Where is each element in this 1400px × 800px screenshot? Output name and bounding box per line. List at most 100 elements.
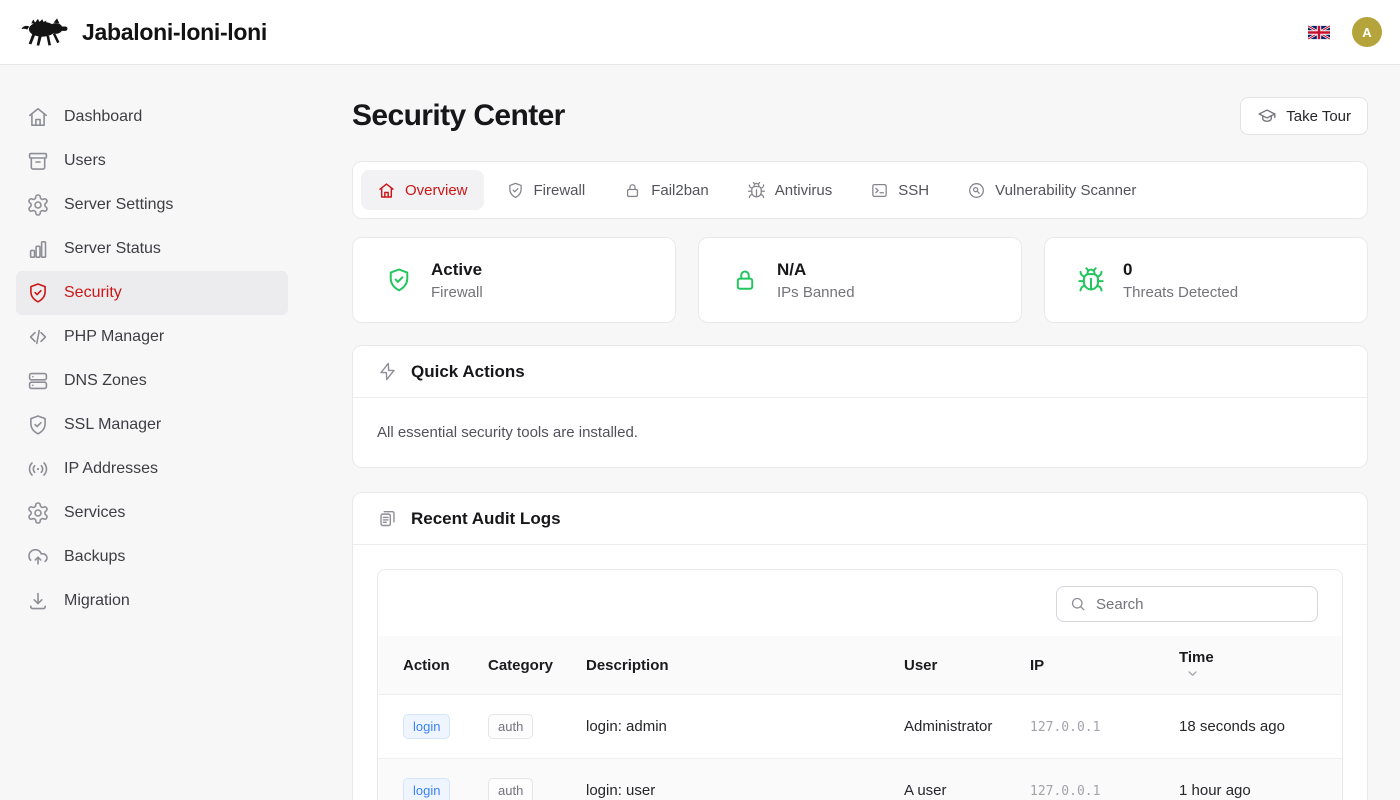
bar-chart-icon <box>26 237 50 261</box>
sidebar-item-ssl-manager[interactable]: SSL Manager <box>16 403 288 447</box>
category-badge: auth <box>488 778 533 800</box>
tab-overview[interactable]: Overview <box>361 170 484 210</box>
uk-flag-icon[interactable] <box>1308 25 1330 40</box>
ip-cell: 127.0.0.1 <box>1030 784 1100 799</box>
main-content: Security Center Take Tour Overview Firew… <box>304 65 1400 800</box>
lock-icon <box>623 181 642 200</box>
sidebar-item-server-status[interactable]: Server Status <box>16 227 288 271</box>
tab-firewall[interactable]: Firewall <box>490 170 602 210</box>
stat-card-firewall: Active Firewall <box>352 237 676 323</box>
table-row: login auth login: user A user 127.0.0.1 … <box>378 759 1342 800</box>
stat-value: N/A <box>777 260 855 280</box>
tab-fail2ban[interactable]: Fail2ban <box>607 170 725 210</box>
quick-actions-title: Quick Actions <box>411 362 525 382</box>
broadcast-icon <box>26 457 50 481</box>
brand[interactable]: Jabaloni-loni-loni <box>18 14 267 50</box>
cloud-upload-icon <box>26 545 50 569</box>
gear-icon <box>26 501 50 525</box>
description-cell: login: user <box>586 759 904 800</box>
sidebar-item-backups[interactable]: Backups <box>16 535 288 579</box>
column-header-time[interactable]: Time <box>1179 636 1342 695</box>
home-icon <box>377 181 396 200</box>
bug-icon <box>1077 266 1105 294</box>
sidebar-item-label: SSL Manager <box>64 416 161 434</box>
sidebar-item-label: Server Status <box>64 240 161 258</box>
sidebar-item-label: Server Settings <box>64 196 173 214</box>
sidebar-item-label: PHP Manager <box>64 328 164 346</box>
sidebar-item-php-manager[interactable]: PHP Manager <box>16 315 288 359</box>
sidebar-item-label: Security <box>64 284 122 302</box>
column-header-user: User <box>904 636 1030 695</box>
sidebar-item-services[interactable]: Services <box>16 491 288 535</box>
boar-logo-icon <box>18 14 68 50</box>
code-icon <box>26 325 50 349</box>
top-bar: Jabaloni-loni-loni A <box>0 0 1400 65</box>
take-tour-button[interactable]: Take Tour <box>1240 97 1368 135</box>
download-icon <box>26 589 50 613</box>
search-box <box>1056 586 1318 622</box>
sidebar: Dashboard Users Server Settings Server S… <box>0 65 304 800</box>
user-cell: Administrator <box>904 695 1030 759</box>
scan-search-icon <box>967 181 986 200</box>
graduation-cap-icon <box>1257 106 1277 126</box>
gear-icon <box>26 193 50 217</box>
description-cell: login: admin <box>586 695 904 759</box>
stat-label: Firewall <box>431 284 483 301</box>
sidebar-item-migration[interactable]: Migration <box>16 579 288 623</box>
sidebar-item-label: Services <box>64 504 125 522</box>
shield-check-icon <box>26 281 50 305</box>
tab-vulnerability-scanner[interactable]: Vulnerability Scanner <box>951 170 1152 210</box>
quick-actions-message: All essential security tools are install… <box>353 398 1367 467</box>
avatar[interactable]: A <box>1352 17 1382 47</box>
stat-label: IPs Banned <box>777 284 855 301</box>
category-badge: auth <box>488 714 533 739</box>
page-title: Security Center <box>352 99 565 133</box>
sidebar-item-dashboard[interactable]: Dashboard <box>16 95 288 139</box>
tab-label: Fail2ban <box>651 182 709 199</box>
sidebar-item-server-settings[interactable]: Server Settings <box>16 183 288 227</box>
tab-label: Vulnerability Scanner <box>995 182 1136 199</box>
stat-card-ips-banned: N/A IPs Banned <box>698 237 1022 323</box>
bug-icon <box>747 181 766 200</box>
action-badge: login <box>403 714 450 739</box>
tab-label: Overview <box>405 182 468 199</box>
stat-value: 0 <box>1123 260 1238 280</box>
lock-icon <box>731 266 759 294</box>
audit-logs-title: Recent Audit Logs <box>411 509 561 529</box>
tab-label: SSH <box>898 182 929 199</box>
stat-card-threats: 0 Threats Detected <box>1044 237 1368 323</box>
lightning-icon <box>377 361 398 382</box>
tab-label: Antivirus <box>775 182 833 199</box>
shield-check-icon <box>385 266 413 294</box>
ip-cell: 127.0.0.1 <box>1030 720 1100 735</box>
home-icon <box>26 105 50 129</box>
audit-logs-table: Action Category Description User IP Time… <box>378 636 1342 800</box>
terminal-icon <box>870 181 889 200</box>
sidebar-item-users[interactable]: Users <box>16 139 288 183</box>
user-cell: A user <box>904 759 1030 800</box>
take-tour-label: Take Tour <box>1286 108 1351 125</box>
sidebar-item-label: Dashboard <box>64 108 142 126</box>
tab-antivirus[interactable]: Antivirus <box>731 170 849 210</box>
sidebar-item-label: Users <box>64 152 106 170</box>
security-tabs: Overview Firewall Fail2ban Antivirus SSH… <box>352 161 1368 219</box>
sidebar-item-label: Migration <box>64 592 130 610</box>
column-header-action: Action <box>378 636 488 695</box>
sidebar-item-ip-addresses[interactable]: IP Addresses <box>16 447 288 491</box>
column-header-category: Category <box>488 636 586 695</box>
sidebar-item-security[interactable]: Security <box>16 271 288 315</box>
column-header-ip: IP <box>1030 636 1179 695</box>
table-header-row: Action Category Description User IP Time <box>378 636 1342 695</box>
audit-logs-section: Recent Audit Logs Action Cat <box>352 492 1368 800</box>
stat-label: Threats Detected <box>1123 284 1238 301</box>
search-icon <box>1069 595 1087 613</box>
stat-value: Active <box>431 260 483 280</box>
audit-logs-table-panel: Action Category Description User IP Time… <box>377 569 1343 800</box>
column-header-description: Description <box>586 636 904 695</box>
time-cell: 18 seconds ago <box>1179 695 1342 759</box>
sidebar-item-dns-zones[interactable]: DNS Zones <box>16 359 288 403</box>
shield-check-icon <box>506 181 525 200</box>
app-title: Jabaloni-loni-loni <box>82 19 267 46</box>
tab-ssh[interactable]: SSH <box>854 170 945 210</box>
search-input[interactable] <box>1096 596 1305 613</box>
